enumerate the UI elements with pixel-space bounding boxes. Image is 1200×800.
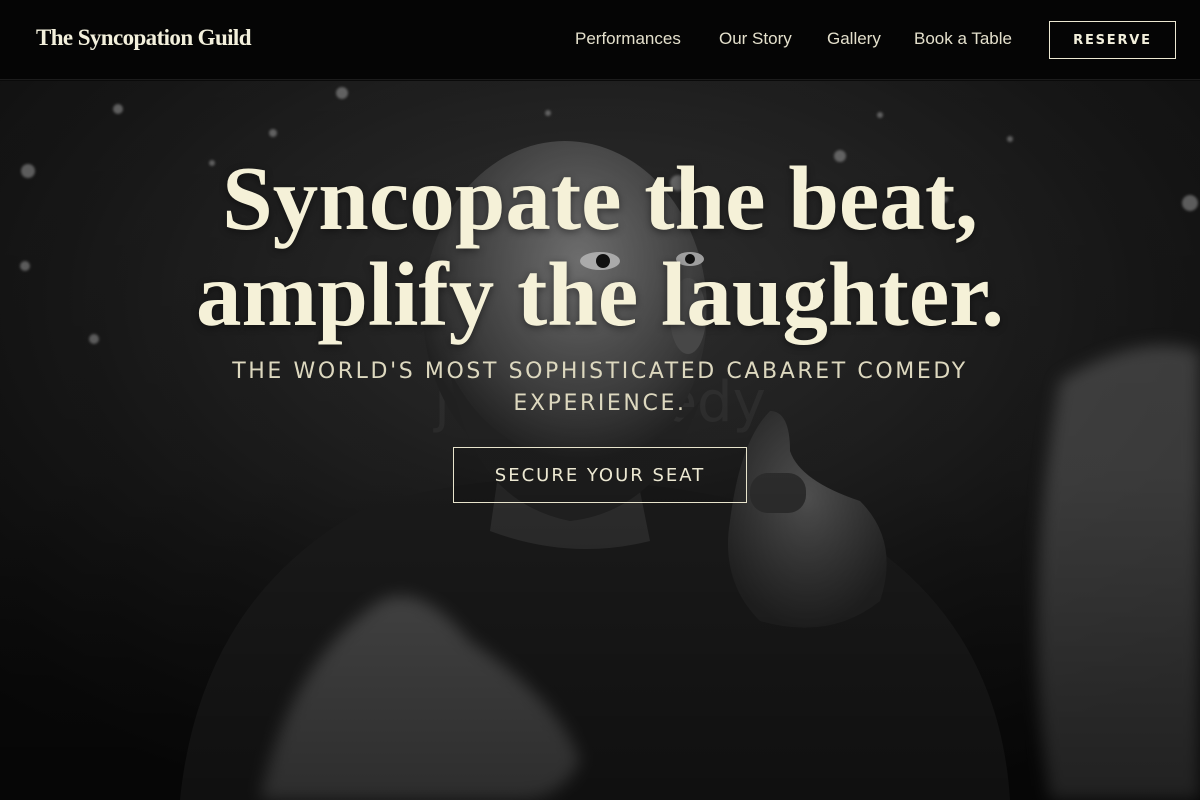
hero-subtitle: THE WORLD'S MOST SOPHISTICATED CABARET C… [232,359,968,416]
nav-link-book-a-table[interactable]: Book a Table [914,29,1012,49]
reserve-button[interactable]: RESERVE [1049,21,1176,59]
site-header: The Syncopation Guild Performances Our S… [0,0,1200,80]
brand-logo[interactable]: The Syncopation Guild [36,25,252,51]
nav-link-our-story[interactable]: Our Story [719,29,792,49]
secure-your-seat-button[interactable]: SECURE YOUR SEAT [453,447,747,503]
nav-link-gallery[interactable]: Gallery [827,29,881,49]
nav-link-performances[interactable]: Performances [575,29,681,49]
hero-headline: Syncopate the beat, amplify the laughter… [100,151,1100,343]
hero-headline-line-1: Syncopate the beat, [222,148,978,249]
hero-headline-line-2: amplify the laughter. [195,244,1005,345]
